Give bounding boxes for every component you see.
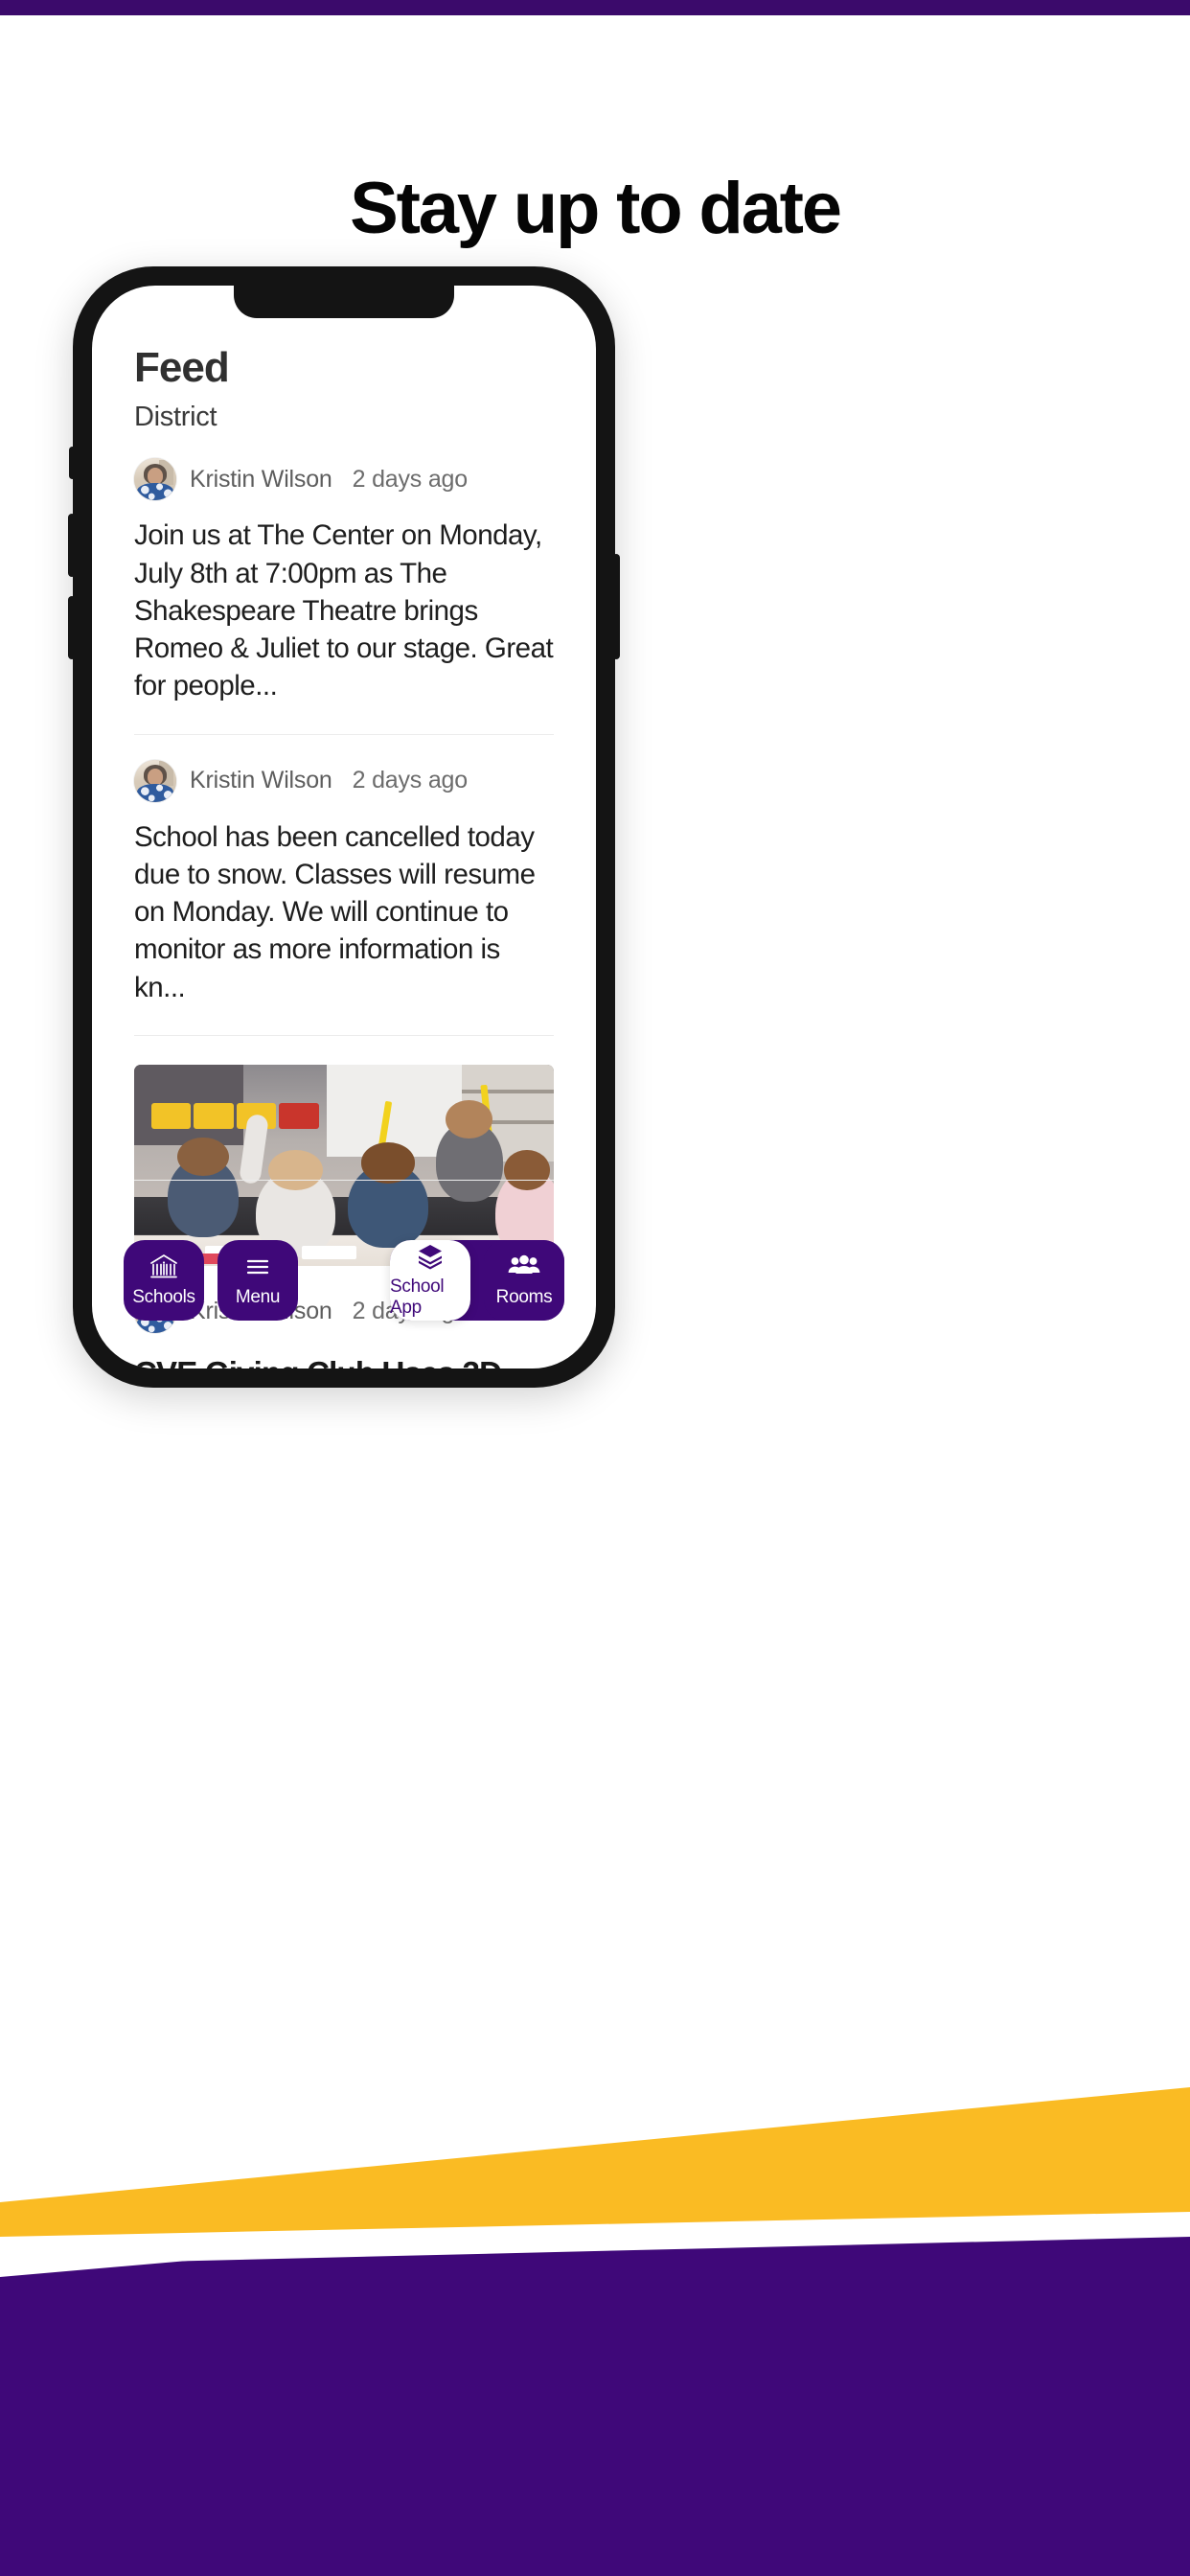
nav-item-school-app[interactable]: School App	[390, 1240, 470, 1321]
bottom-navigation-bar: Schools Menu School App Rooms	[92, 1240, 596, 1321]
phone-screen: Feed District Kristin Wilson 2 days ago …	[92, 286, 596, 1368]
nav-group-right: School App Rooms	[390, 1240, 564, 1321]
phone-mute-switch	[69, 447, 76, 479]
phone-volume-down-button	[68, 596, 76, 659]
feed-title: Feed	[134, 344, 230, 391]
post-timestamp: 2 days ago	[352, 767, 469, 794]
post-author: Kristin Wilson	[190, 767, 332, 794]
nav-item-label: Schools	[132, 1287, 195, 1307]
post-header: Kristin Wilson 2 days ago	[134, 458, 554, 501]
app-feed-screen: Feed District Kristin Wilson 2 days ago …	[92, 286, 596, 1368]
feed-subtitle: District	[134, 402, 217, 433]
nav-item-label: Rooms	[495, 1287, 553, 1307]
nav-group-left: Schools Menu	[124, 1240, 298, 1321]
post-header: Kristin Wilson 2 days ago	[134, 759, 554, 802]
nav-item-label: Menu	[235, 1287, 281, 1307]
post-divider	[134, 1180, 554, 1181]
feed-post[interactable]: Kristin Wilson 2 days ago School has bee…	[92, 759, 596, 1006]
school-building-icon	[146, 1253, 182, 1281]
post-divider	[134, 1034, 554, 1036]
phone-mockup: Feed District Kristin Wilson 2 days ago …	[68, 266, 620, 1388]
feed-header: Feed District	[92, 344, 596, 433]
phone-notch	[234, 286, 454, 318]
post-image[interactable]	[134, 1064, 554, 1266]
avatar	[134, 458, 176, 501]
hamburger-menu-icon	[240, 1253, 276, 1281]
nav-item-rooms[interactable]: Rooms	[484, 1240, 564, 1321]
nav-item-menu[interactable]: Menu	[217, 1240, 298, 1321]
phone-volume-up-button	[68, 514, 76, 577]
post-divider	[134, 733, 554, 735]
post-body: School has been cancelled today due to s…	[134, 820, 536, 1003]
layers-stack-icon	[412, 1242, 448, 1271]
people-group-icon	[506, 1253, 542, 1281]
top-accent-bar	[0, 0, 1190, 15]
post-body: Join us at The Center on Monday, July 8t…	[134, 519, 554, 702]
feed-post[interactable]: Kristin Wilson 2 days ago Join us at The…	[92, 458, 596, 704]
nav-item-schools[interactable]: Schools	[124, 1240, 204, 1321]
post-timestamp: 2 days ago	[352, 465, 469, 493]
post-author: Kristin Wilson	[190, 465, 332, 493]
post-headline: CVE Giving Club Uses 3D Printing for Ser…	[134, 1354, 554, 1368]
nav-item-label: School App	[390, 1276, 445, 1318]
page-title: Stay up to date	[350, 168, 842, 249]
phone-power-button	[612, 554, 620, 659]
avatar	[134, 759, 176, 802]
